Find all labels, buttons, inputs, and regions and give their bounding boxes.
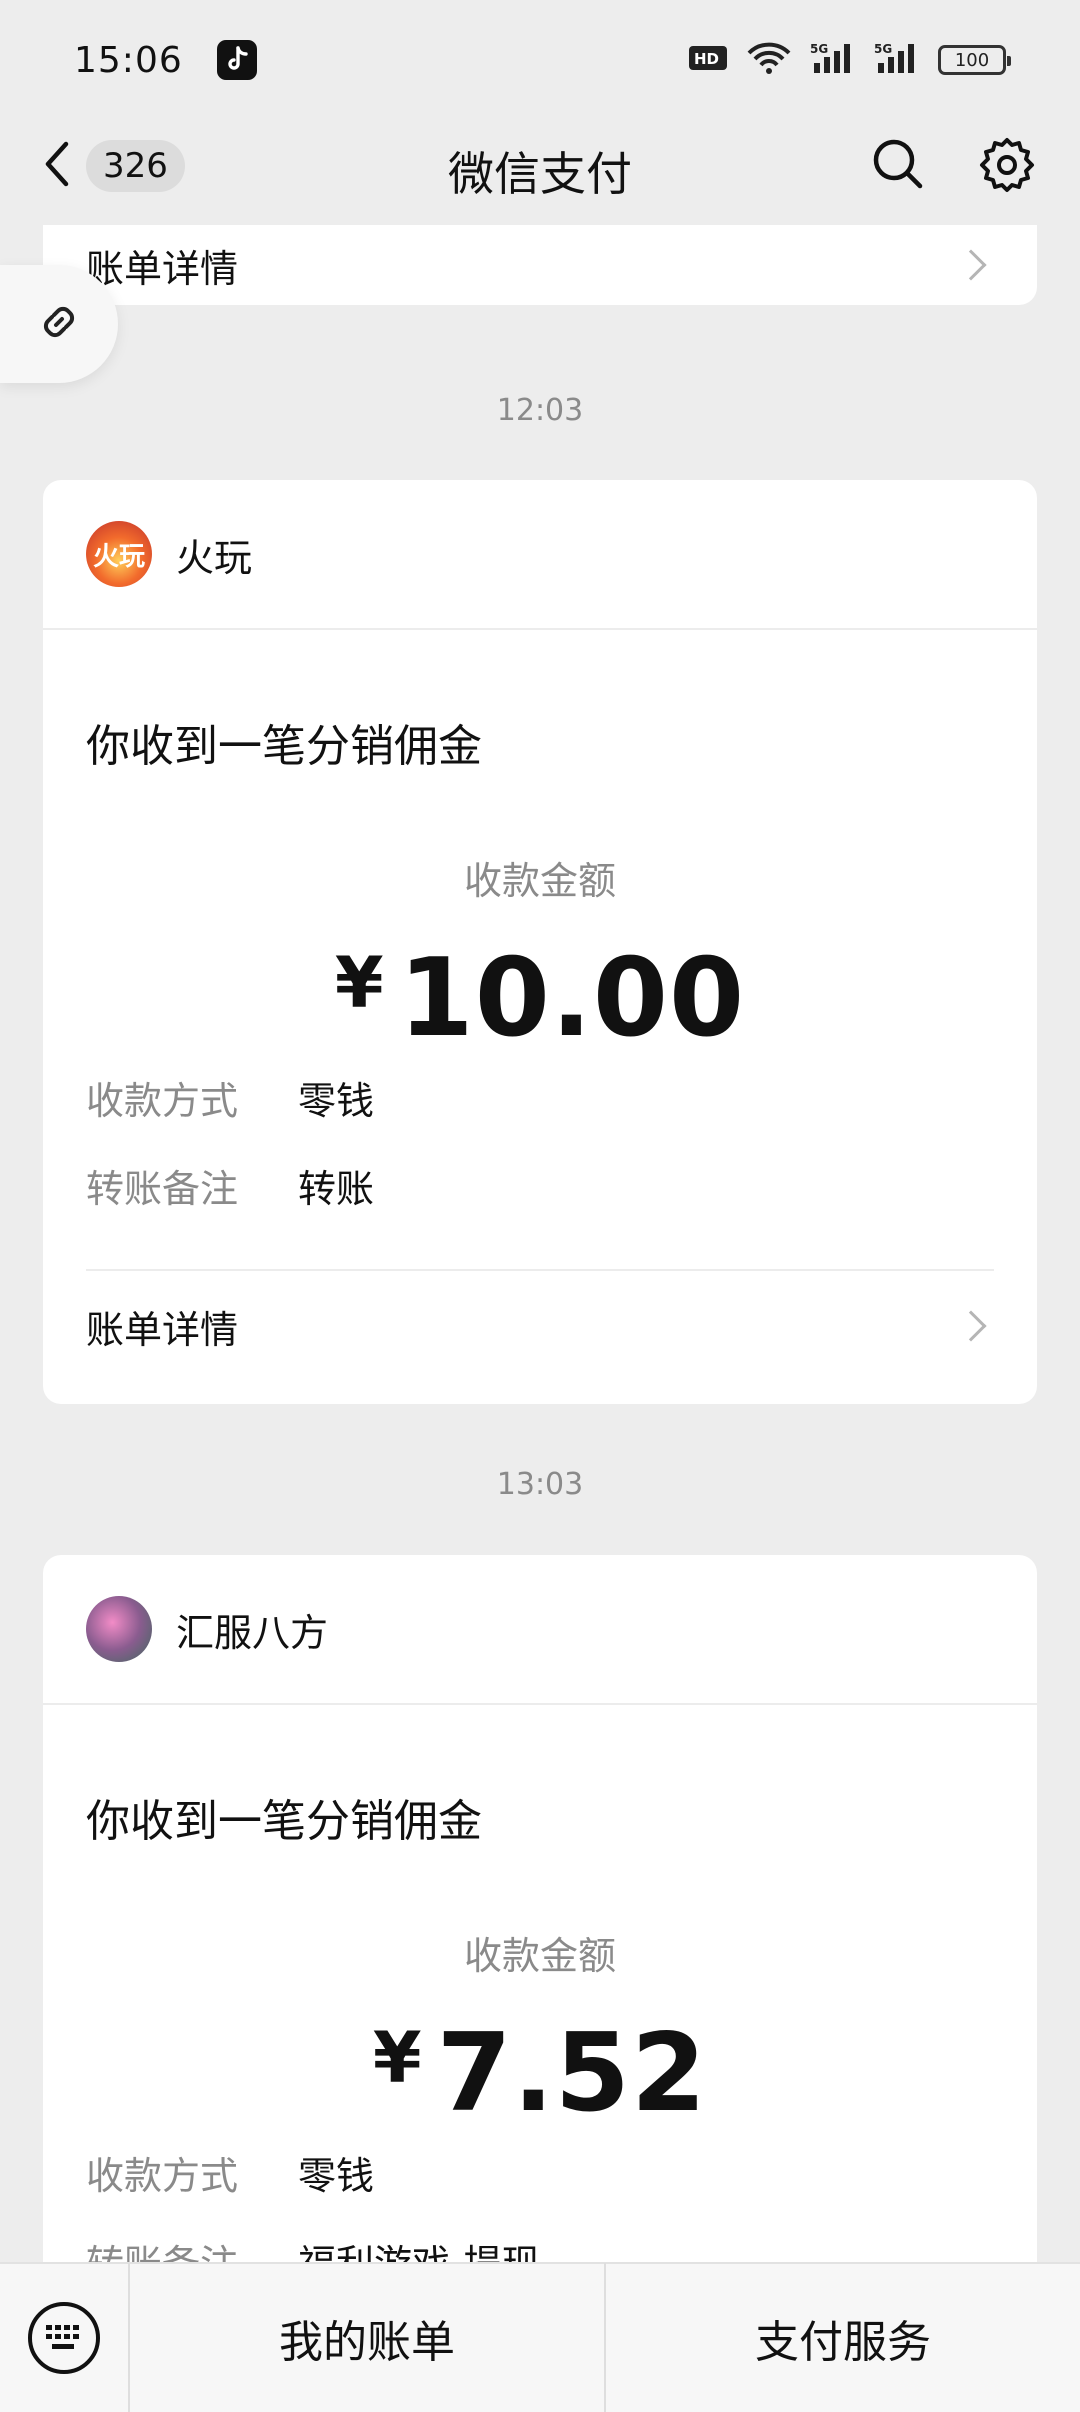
bill-detail-row[interactable]: 账单详情 [86, 1271, 994, 1381]
card-header: 火玩 火玩 [43, 480, 1037, 630]
previous-card: 账单详情 [43, 225, 1037, 305]
timestamp: 12:03 [496, 393, 584, 428]
floating-link-button[interactable] [0, 265, 118, 383]
merchant-avatar: 火玩 [86, 521, 152, 587]
transfer-note-value: 福利游戏-提现 [298, 2234, 540, 2262]
signal-5g-icon: 5G [874, 41, 920, 79]
gear-icon[interactable] [978, 136, 1036, 198]
signal-5g-icon: 5G [810, 41, 856, 79]
currency-symbol: ¥ [372, 2017, 423, 2099]
payment-method-value: 零钱 [298, 2154, 375, 2198]
keyboard-icon [28, 2302, 100, 2374]
amount: ¥10.00 [86, 923, 994, 1059]
svg-text:5G: 5G [874, 42, 892, 56]
my-bills-menu[interactable]: 我的账单 [130, 2263, 604, 2412]
link-icon [36, 299, 82, 349]
bottom-menu-bar: 我的账单 支付服务 [0, 2262, 1080, 2412]
payment-card[interactable]: 火玩 火玩 你收到一笔分销佣金 收款金额 ¥10.00 收款方式 零钱 转账备注… [43, 480, 1037, 1404]
currency-symbol: ¥ [334, 942, 385, 1024]
search-icon[interactable] [870, 136, 926, 198]
transfer-note-key: 转账备注 [86, 2234, 298, 2262]
chevron-right-icon [955, 249, 987, 281]
svg-text:HD: HD [694, 50, 719, 68]
card-headline: 你收到一笔分销佣金 [86, 1796, 482, 1847]
wifi-icon [746, 41, 792, 79]
transfer-note-row: 转账备注 福利游戏-提现 [86, 2234, 994, 2262]
tiktok-icon [216, 40, 257, 80]
status-time: 15:06 [74, 39, 183, 81]
keyboard-toggle-button[interactable] [0, 2263, 130, 2412]
card-header: 汇服八方 [43, 1555, 1037, 1705]
transfer-note-value: 转账 [298, 1167, 375, 1211]
merchant-avatar [86, 1596, 152, 1662]
amount: ¥7.52 [86, 1998, 994, 2134]
payment-method-row: 收款方式 零钱 [86, 1071, 994, 1131]
merchant-name: 火玩 [176, 535, 253, 580]
merchant-name: 汇服八方 [176, 1610, 329, 1655]
transfer-note-row: 转账备注 转账 [86, 1159, 994, 1219]
svg-text:5G: 5G [810, 42, 828, 56]
status-bar: 15:06 HD 5G 5G 100 [0, 0, 1080, 120]
amount-value: 10.00 [398, 936, 746, 1061]
payment-card[interactable]: 汇服八方 你收到一笔分销佣金 收款金额 ¥7.52 收款方式 零钱 转账备注 福… [43, 1555, 1037, 2262]
amount-label: 收款金额 [463, 1934, 616, 1978]
payment-method-key: 收款方式 [86, 2154, 239, 2198]
payment-method-value: 零钱 [298, 1079, 375, 1123]
bill-detail-label: 账单详情 [86, 246, 239, 291]
card-headline: 你收到一笔分销佣金 [86, 721, 482, 772]
chevron-right-icon [955, 1310, 987, 1342]
amount-label: 收款金额 [463, 859, 616, 903]
nav-bar: 326 微信支付 [0, 120, 1080, 225]
payment-method-key: 收款方式 [86, 1079, 239, 1123]
payment-method-row: 收款方式 零钱 [86, 2146, 994, 2206]
screen: 15:06 HD 5G 5G 100 326 微信支付 账单详情 12:03 火… [0, 0, 1080, 2412]
bill-detail-row[interactable]: 账单详情 [43, 225, 1037, 305]
transfer-note-key: 转账备注 [86, 1167, 239, 1211]
amount-value: 7.52 [436, 2011, 708, 2136]
message-list[interactable]: 账单详情 12:03 火玩 火玩 你收到一笔分销佣金 收款金额 ¥10.00 收… [0, 225, 1080, 2262]
hd-icon: HD [688, 43, 728, 77]
timestamp: 13:03 [496, 1467, 584, 1502]
bill-detail-label: 账单详情 [86, 1307, 239, 1352]
battery-indicator: 100 [938, 45, 1011, 75]
payment-services-menu[interactable]: 支付服务 [604, 2263, 1080, 2412]
